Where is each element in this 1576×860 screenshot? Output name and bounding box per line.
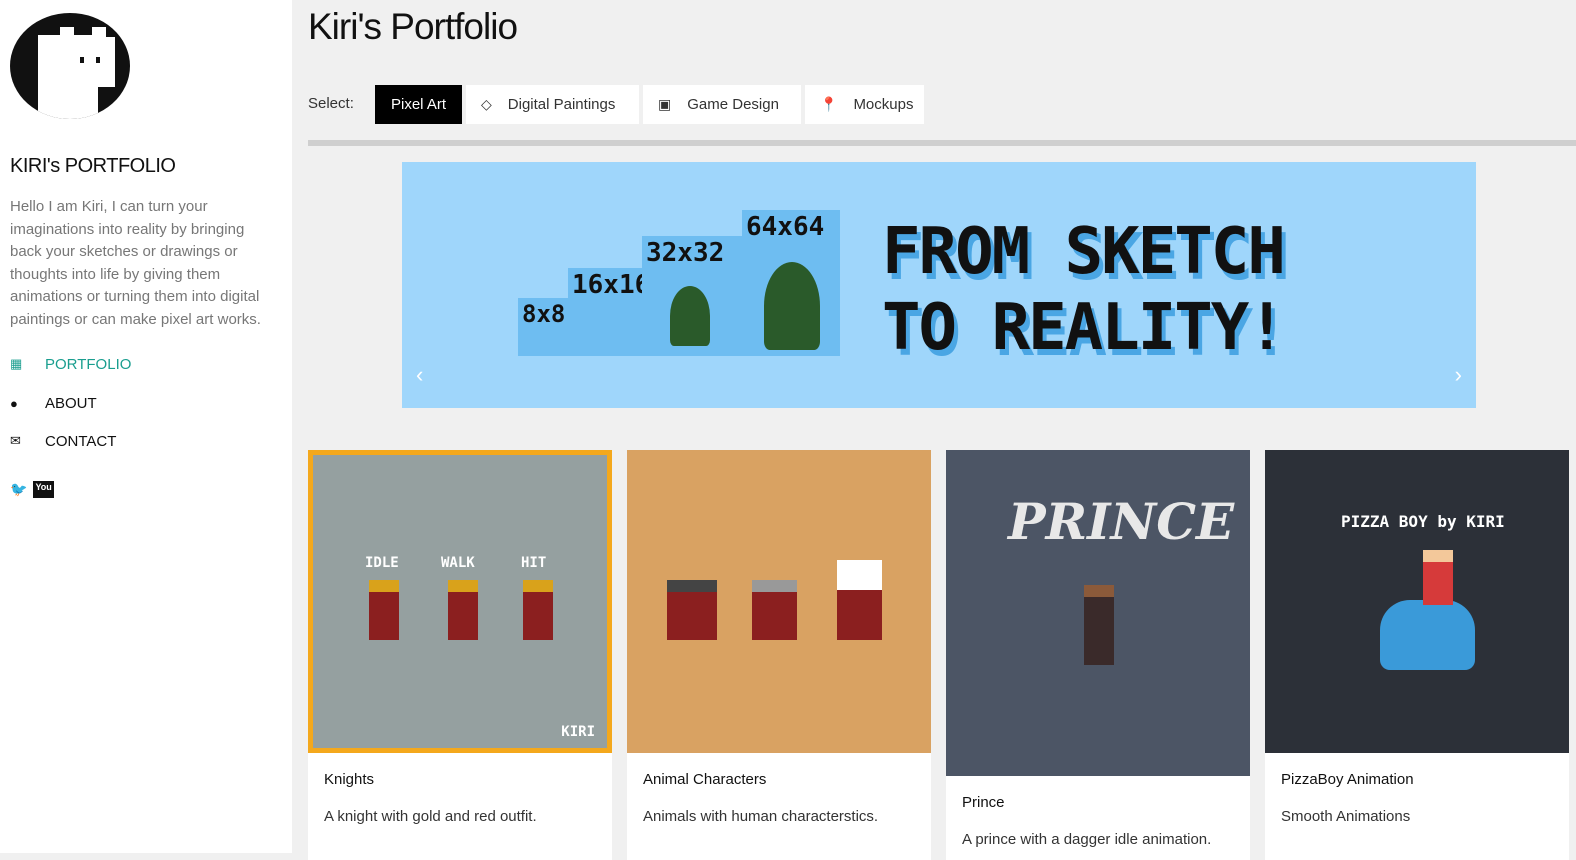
card-pizzaboy[interactable]: PIZZA BOY by KIRI PizzaBoy Animation Smo… [1265,450,1569,860]
banner-headline: FROM SKETCH TO REALITY! [882,215,1286,365]
brand-title: KIRI's PORTFOLIO [10,155,176,177]
tab-label: Pixel Art [390,96,447,113]
card-image: IDLE WALK HIT KIRI [308,450,612,753]
social-links: 🐦 You [10,481,54,498]
bio-text: Hello I am Kiri, I can turn your imagina… [10,198,261,328]
size-16: 16x16 [568,268,650,356]
card-title: Prince [962,794,1005,811]
tab-label: Digital Paintings [507,96,616,113]
card-title: PizzaBoy Animation [1281,771,1414,788]
carousel: 8x8 16x16 32x32 64x64 FROM SKETCH TO REAL… [402,162,1476,408]
envelope-icon: ✉ [10,433,21,448]
tab-label: Game Design [687,96,779,113]
divider [308,140,1576,146]
nav-label: ABOUT [45,394,97,412]
card-title: Animal Characters [643,771,767,788]
card-prince[interactable]: PRINCE Prince A prince with a dagger idl… [946,450,1250,860]
carousel-prev[interactable]: ‹ [416,362,423,388]
youtube-icon[interactable]: You [33,481,54,498]
card-image [627,450,931,753]
card-desc: A knight with gold and red outfit. [324,808,537,825]
pin-icon: 📍 [820,96,838,112]
grid-icon: ▦ [10,356,23,371]
card-desc: Smooth Animations [1281,808,1411,825]
card-animal-characters[interactable]: Animal Characters Animals with human cha… [627,450,931,860]
tab-label: Mockups [853,96,914,113]
nav-portfolio[interactable]: ▦ PORTFOLIO [10,352,280,376]
tab-mockups[interactable]: 📍 Mockups [805,85,924,124]
page-title: Kiri's Portfolio [308,6,518,47]
nav-contact[interactable]: ✉ CONTACT [10,429,280,453]
card-image: PIZZA BOY by KIRI [1265,450,1569,753]
nav-label: CONTACT [45,432,117,450]
tab-game-design[interactable]: ▣ Game Design [643,85,801,124]
diamond-icon: ◇ [481,96,492,112]
user-icon: ● [10,395,18,411]
card-knights[interactable]: IDLE WALK HIT KIRI Knights A knight with… [308,450,612,860]
avatar [10,13,130,119]
twitter-icon[interactable]: 🐦 [10,481,27,498]
select-label: Select: [308,95,354,112]
image-icon: ▣ [658,96,672,112]
nav-label: PORTFOLIO [45,355,132,373]
tab-digital-paintings[interactable]: ◇ Digital Paintings [466,85,639,124]
nav-about[interactable]: ● ABOUT [10,391,280,415]
carousel-next[interactable]: › [1455,362,1462,388]
card-desc: Animals with human characterstics. [643,808,879,825]
tab-pixel-art[interactable]: Pixel Art [375,85,462,124]
card-image: PRINCE [946,450,1250,776]
sidebar: KIRI's PORTFOLIO Hello I am Kiri, I can … [0,0,292,853]
card-title: Knights [324,771,375,788]
card-desc: A prince with a dagger idle animation. [962,831,1212,848]
